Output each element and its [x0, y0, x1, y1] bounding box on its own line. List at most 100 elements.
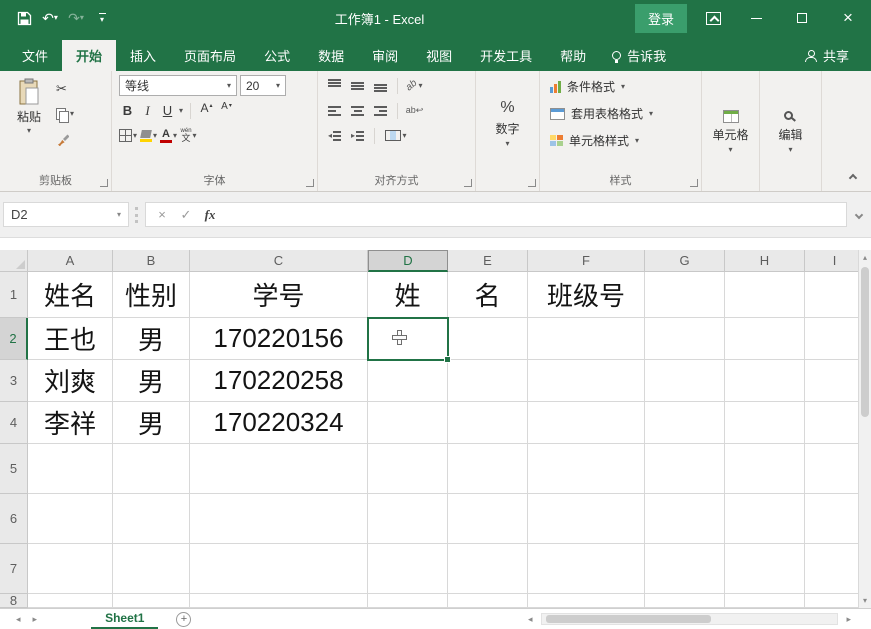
- cell-E4[interactable]: [448, 402, 528, 444]
- sign-in-button[interactable]: 登录: [635, 4, 687, 33]
- add-sheet-button[interactable]: +: [176, 612, 191, 627]
- cell-I1[interactable]: [805, 272, 858, 318]
- scroll-up-button[interactable]: ▴: [859, 250, 871, 265]
- cell-G1[interactable]: [645, 272, 725, 318]
- cell-E5[interactable]: [448, 444, 528, 494]
- cell-A5[interactable]: [28, 444, 113, 494]
- row-header-5[interactable]: 5: [0, 444, 28, 494]
- tab-developer[interactable]: 开发工具: [466, 40, 546, 71]
- conditional-formatting-button[interactable]: 条件格式 ▾: [542, 73, 699, 100]
- cell-I5[interactable]: [805, 444, 858, 494]
- row-header-7[interactable]: 7: [0, 544, 28, 594]
- sheet-nav-left-button[interactable]: ◂: [10, 614, 27, 625]
- cell-I7[interactable]: [805, 544, 858, 594]
- close-button[interactable]: ×: [825, 0, 871, 36]
- cell-D3[interactable]: [368, 360, 448, 402]
- cell-H5[interactable]: [725, 444, 805, 494]
- cell-I8[interactable]: [805, 594, 858, 608]
- formula-bar-splitter[interactable]: [135, 207, 139, 223]
- number-menu-button[interactable]: % 数字 ▾: [478, 73, 537, 174]
- undo-button[interactable]: ↶▾: [38, 5, 62, 31]
- middle-align-button[interactable]: [347, 75, 368, 96]
- format-as-table-button[interactable]: 套用表格格式 ▾: [542, 100, 699, 127]
- tab-page-layout[interactable]: 页面布局: [170, 40, 250, 71]
- cell-D5[interactable]: [368, 444, 448, 494]
- cell-H2[interactable]: [725, 318, 805, 360]
- horizontal-scrollbar[interactable]: ◂ ▸: [522, 609, 857, 629]
- font-name-combo[interactable]: 等线▾: [119, 75, 237, 96]
- tab-insert[interactable]: 插入: [116, 40, 170, 71]
- tell-me-box[interactable]: 告诉我: [600, 40, 678, 71]
- font-dialog-launcher[interactable]: [306, 179, 314, 187]
- cell-A3[interactable]: 刘爽: [28, 360, 113, 402]
- copy-button[interactable]: ▾: [54, 104, 76, 124]
- tab-formulas[interactable]: 公式: [250, 40, 304, 71]
- cell-I6[interactable]: [805, 494, 858, 544]
- increase-indent-button[interactable]: ▸: [347, 125, 368, 146]
- insert-function-button[interactable]: fx: [198, 207, 222, 223]
- cell-A8[interactable]: [28, 594, 113, 608]
- orientation-button[interactable]: ab▾: [404, 75, 425, 96]
- horizontal-scroll-track[interactable]: [541, 613, 839, 625]
- row-header-6[interactable]: 6: [0, 494, 28, 544]
- horizontal-scroll-thumb[interactable]: [546, 615, 711, 623]
- cell-C5[interactable]: [190, 444, 368, 494]
- tab-data[interactable]: 数据: [304, 40, 358, 71]
- customize-quick-access-button[interactable]: ▾: [90, 5, 114, 31]
- cell-I2[interactable]: [805, 318, 858, 360]
- fill-color-button[interactable]: ▾: [140, 126, 157, 146]
- cell-H6[interactable]: [725, 494, 805, 544]
- column-header-C[interactable]: C: [190, 250, 368, 272]
- cell-C8[interactable]: [190, 594, 368, 608]
- column-header-G[interactable]: G: [645, 250, 725, 272]
- cell-C4[interactable]: 170220324: [190, 402, 368, 444]
- font-color-button[interactable]: A▾: [160, 126, 177, 146]
- fill-handle[interactable]: [444, 356, 451, 363]
- cell-A4[interactable]: 李祥: [28, 402, 113, 444]
- cut-button[interactable]: ✂: [54, 79, 76, 99]
- cell-F3[interactable]: [528, 360, 645, 402]
- vertical-scroll-thumb[interactable]: [861, 267, 869, 417]
- cell-B8[interactable]: [113, 594, 190, 608]
- scroll-left-button[interactable]: ◂: [522, 614, 539, 625]
- align-left-button[interactable]: [324, 100, 345, 121]
- cell-A2[interactable]: 王也: [28, 318, 113, 360]
- cell-C6[interactable]: [190, 494, 368, 544]
- row-header-8[interactable]: 8: [0, 594, 28, 608]
- top-align-button[interactable]: [324, 75, 345, 96]
- alignment-dialog-launcher[interactable]: [464, 179, 472, 187]
- cell-F4[interactable]: [528, 402, 645, 444]
- cell-E6[interactable]: [448, 494, 528, 544]
- cell-G2[interactable]: [645, 318, 725, 360]
- cell-F7[interactable]: [528, 544, 645, 594]
- cell-E7[interactable]: [448, 544, 528, 594]
- row-header-4[interactable]: 4: [0, 402, 28, 444]
- tab-review[interactable]: 审阅: [358, 40, 412, 71]
- column-header-B[interactable]: B: [113, 250, 190, 272]
- tab-file[interactable]: 文件: [8, 40, 62, 71]
- save-button[interactable]: [12, 5, 36, 31]
- collapse-ribbon-button[interactable]: [847, 173, 859, 183]
- name-box[interactable]: D2 ▾: [3, 202, 129, 227]
- tab-help[interactable]: 帮助: [546, 40, 600, 71]
- bottom-align-button[interactable]: [370, 75, 391, 96]
- cell-C7[interactable]: [190, 544, 368, 594]
- cell-G6[interactable]: [645, 494, 725, 544]
- minimize-button[interactable]: [733, 0, 779, 36]
- cell-I3[interactable]: [805, 360, 858, 402]
- cell-styles-button[interactable]: 单元格样式 ▾: [542, 127, 699, 154]
- cell-B4[interactable]: 男: [113, 402, 190, 444]
- align-right-button[interactable]: [370, 100, 391, 121]
- column-header-H[interactable]: H: [725, 250, 805, 272]
- clipboard-dialog-launcher[interactable]: [100, 179, 108, 187]
- cell-G5[interactable]: [645, 444, 725, 494]
- cell-F8[interactable]: [528, 594, 645, 608]
- column-header-E[interactable]: E: [448, 250, 528, 272]
- cell-A7[interactable]: [28, 544, 113, 594]
- cell-G8[interactable]: [645, 594, 725, 608]
- select-all-corner[interactable]: [0, 250, 28, 272]
- decrease-indent-button[interactable]: ◂: [324, 125, 345, 146]
- styles-dialog-launcher[interactable]: [690, 179, 698, 187]
- cell-D4[interactable]: [368, 402, 448, 444]
- sheet-tab-sheet1[interactable]: Sheet1: [91, 609, 158, 629]
